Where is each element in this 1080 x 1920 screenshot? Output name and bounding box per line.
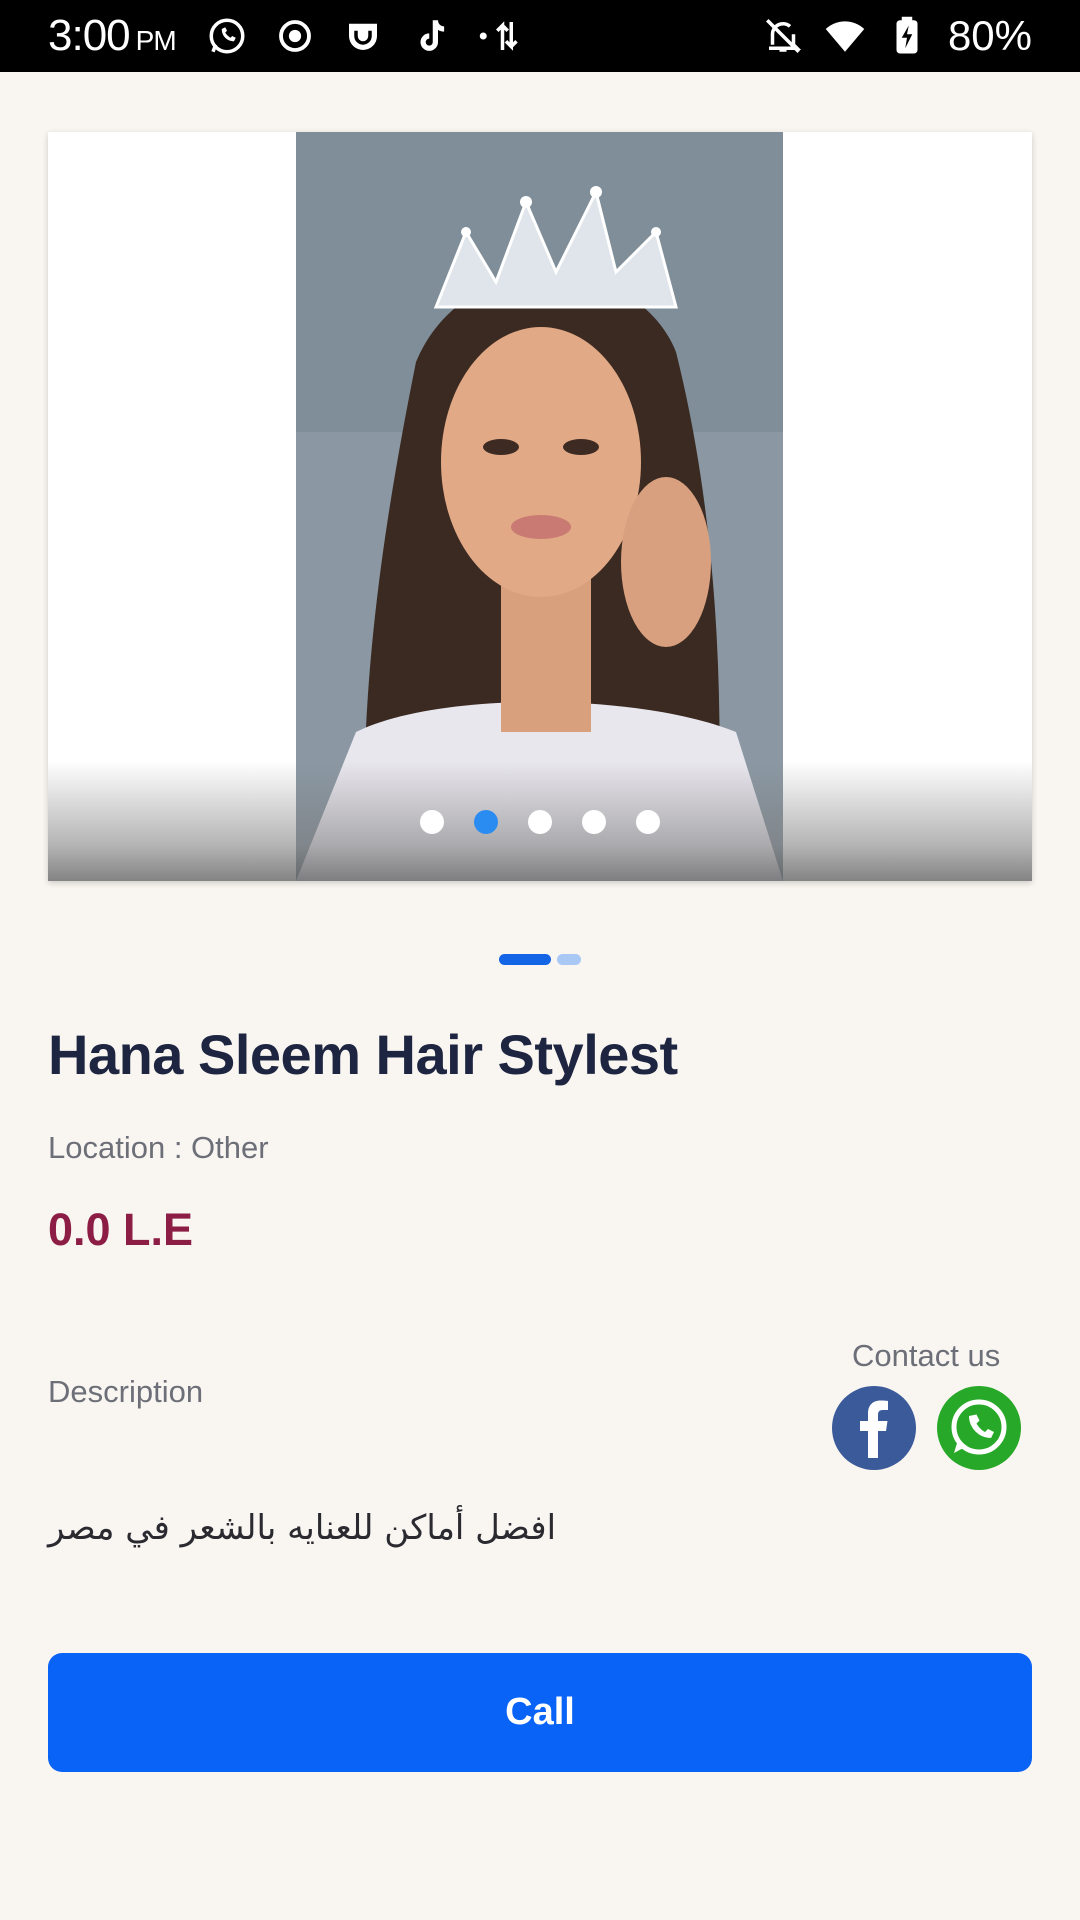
listing-title: Hana Sleem Hair Stylest xyxy=(48,1023,678,1086)
carousel-dot[interactable] xyxy=(582,810,606,834)
listing-location: Location : Other xyxy=(48,1130,269,1165)
facebook-button[interactable] xyxy=(832,1386,916,1470)
description-text: افضل أماكن للعنايه بالشعر في مصر xyxy=(48,1508,557,1548)
carousel-dot-active[interactable] xyxy=(474,810,498,834)
carousel-dot[interactable] xyxy=(528,810,552,834)
battery-percentage: 80% xyxy=(947,12,1032,59)
carousel-dot[interactable] xyxy=(420,810,444,834)
page-indicator xyxy=(0,954,1080,965)
wifi-icon xyxy=(824,15,866,57)
status-time-ampm: PM xyxy=(135,25,177,56)
status-icons-left xyxy=(206,15,520,57)
whatsapp-icon xyxy=(951,1399,1007,1455)
page-indicator-inactive xyxy=(557,954,581,965)
battery-charging-icon xyxy=(886,15,928,57)
status-icons-right: 80% xyxy=(762,12,1032,60)
contact-label: Contact us xyxy=(852,1338,1001,1373)
carousel-dot[interactable] xyxy=(636,810,660,834)
carousel-dots xyxy=(0,810,1080,834)
description-label: Description xyxy=(48,1374,204,1409)
app-icon xyxy=(342,15,384,57)
page-indicator-active xyxy=(499,954,551,965)
status-time: 3:00 PM xyxy=(48,11,177,61)
silent-icon xyxy=(762,15,804,57)
whatsapp-icon xyxy=(206,15,248,57)
whatsapp-button[interactable] xyxy=(937,1386,1021,1470)
image-carousel[interactable] xyxy=(48,132,1032,881)
data-transfer-icon xyxy=(478,15,520,57)
status-bar: 3:00 PM 80% xyxy=(0,0,1080,72)
status-time-value: 3:00 xyxy=(48,11,131,60)
record-icon xyxy=(274,15,316,57)
call-button[interactable]: Call xyxy=(48,1653,1032,1772)
tiktok-icon xyxy=(410,15,452,57)
listing-price: 0.0 L.E xyxy=(48,1204,194,1255)
facebook-icon xyxy=(860,1400,888,1458)
